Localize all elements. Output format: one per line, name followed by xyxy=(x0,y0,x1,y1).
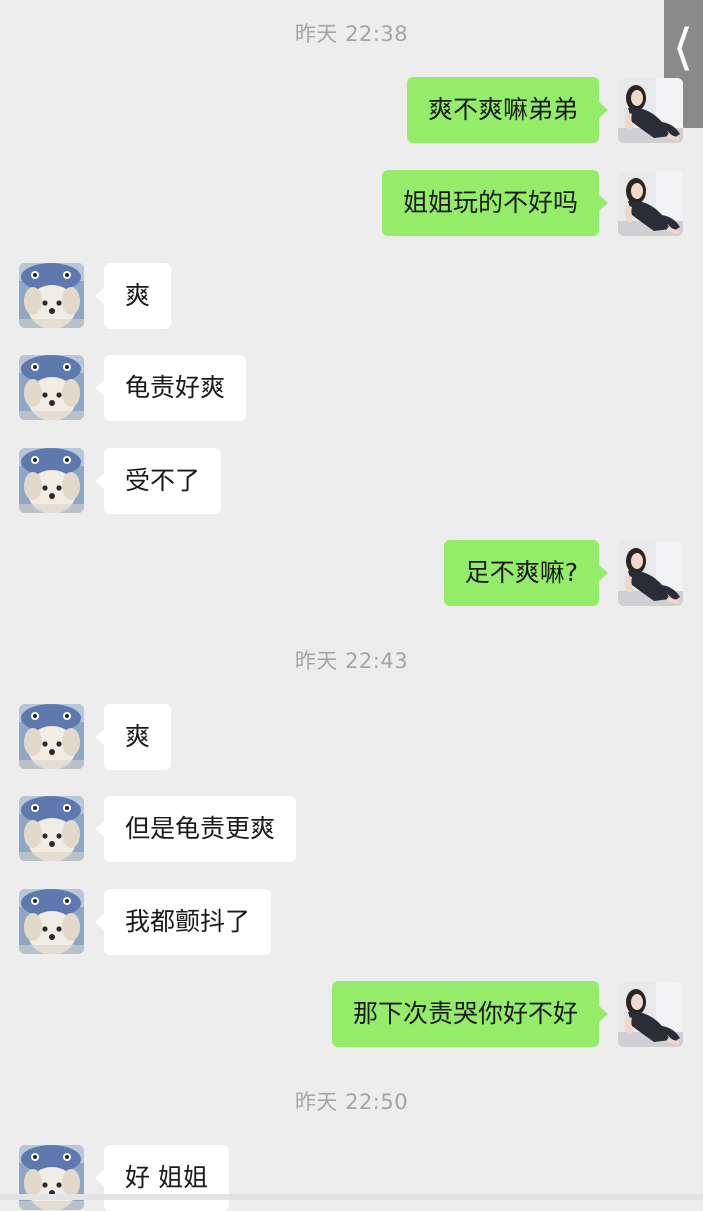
self-avatar[interactable] xyxy=(618,171,683,236)
outgoing-message[interactable]: 姐姐玩的不好吗 xyxy=(381,170,609,236)
incoming-message[interactable]: 受不了 xyxy=(94,448,222,514)
incoming-message[interactable]: 爽 xyxy=(94,704,172,770)
dog-avatar-image xyxy=(19,704,84,769)
contact-avatar[interactable] xyxy=(19,448,84,513)
outgoing-message[interactable]: 足不爽嘛? xyxy=(443,540,609,606)
girl-avatar-image xyxy=(618,78,683,143)
timestamp: 昨天 22:38 xyxy=(294,22,409,46)
dog-avatar-image xyxy=(19,889,84,954)
outgoing-message[interactable]: 爽不爽嘛弟弟 xyxy=(406,77,609,143)
self-avatar[interactable] xyxy=(618,541,683,606)
dog-avatar-image xyxy=(19,448,84,513)
bottom-edge xyxy=(0,1194,703,1200)
dog-avatar-image xyxy=(19,355,84,420)
timestamp: 昨天 22:43 xyxy=(294,649,409,673)
outgoing-message[interactable]: 那下次责哭你好不好 xyxy=(331,981,609,1047)
timestamp: 昨天 22:50 xyxy=(294,1090,409,1114)
incoming-message[interactable]: 好 姐姐 xyxy=(95,1145,229,1211)
incoming-message[interactable]: 爽 xyxy=(94,263,172,329)
incoming-message[interactable]: 龟责好爽 xyxy=(94,355,247,421)
self-avatar[interactable] xyxy=(618,982,683,1047)
girl-avatar-image xyxy=(618,541,683,606)
dog-avatar-image xyxy=(19,796,84,861)
dog-avatar-image xyxy=(19,263,84,328)
incoming-message[interactable]: 我都颤抖了 xyxy=(94,889,272,955)
contact-avatar[interactable] xyxy=(19,889,84,954)
contact-avatar[interactable] xyxy=(19,355,84,420)
contact-avatar[interactable] xyxy=(19,1145,84,1210)
girl-avatar-image xyxy=(618,982,683,1047)
girl-avatar-image xyxy=(618,171,683,236)
contact-avatar[interactable] xyxy=(19,263,84,328)
self-avatar[interactable] xyxy=(618,78,683,143)
dog-avatar-image xyxy=(19,1145,84,1210)
contact-avatar[interactable] xyxy=(19,704,84,769)
contact-avatar[interactable] xyxy=(19,796,84,861)
incoming-message[interactable]: 但是龟责更爽 xyxy=(94,796,297,862)
